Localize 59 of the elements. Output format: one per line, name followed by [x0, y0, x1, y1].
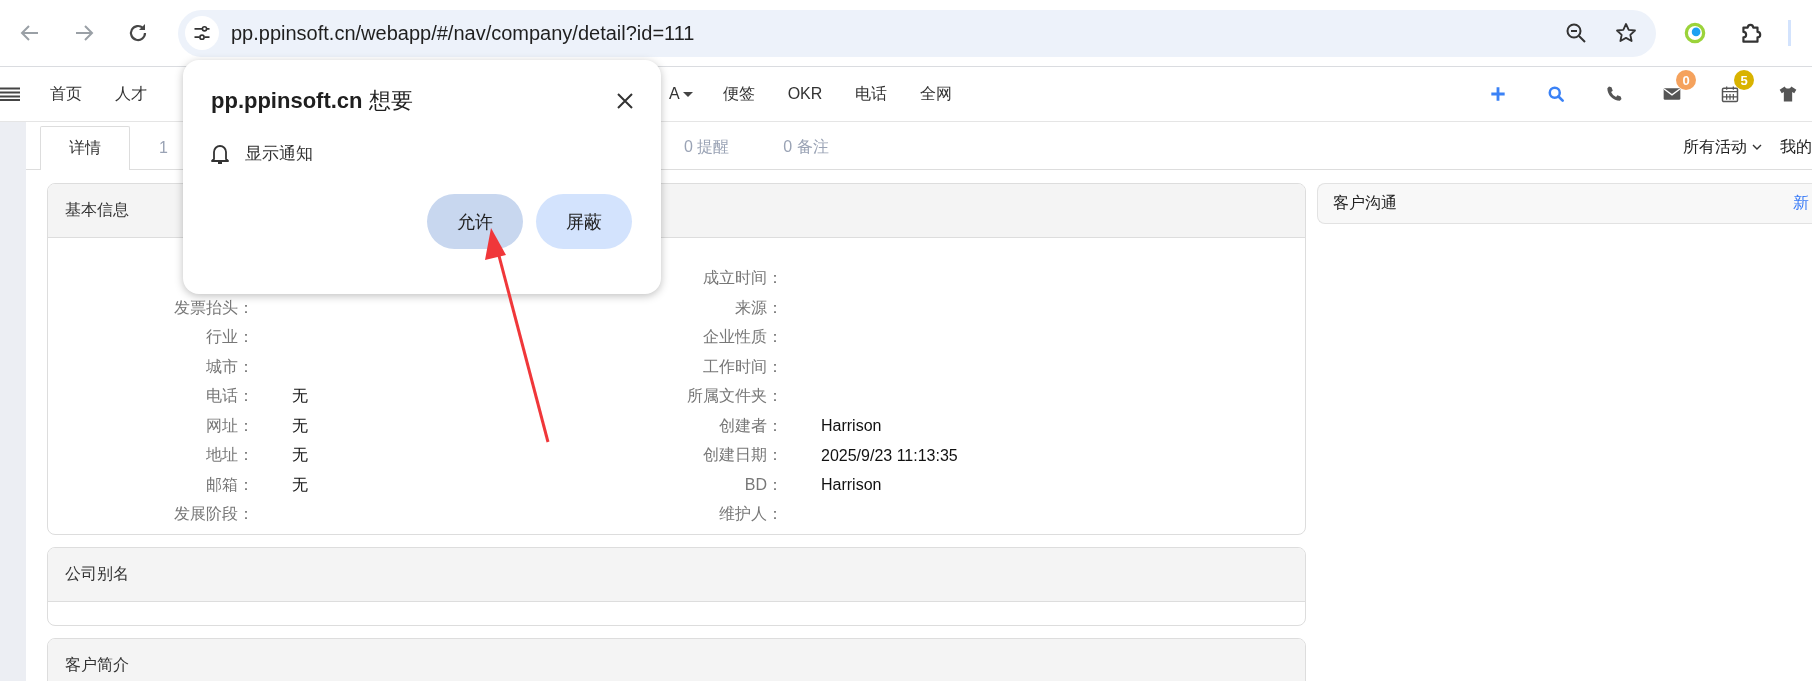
field-value: 无	[291, 386, 309, 407]
field-label: 创建日期：	[702, 445, 783, 466]
field-label: 地址：	[205, 445, 254, 466]
field-label: 来源：	[734, 297, 783, 318]
add-icon[interactable]	[1488, 84, 1508, 104]
field-label: 城市：	[205, 356, 254, 377]
zoom-out-icon[interactable]	[1564, 21, 1588, 45]
card-title: 客户简介	[65, 654, 129, 675]
field-label: 创建者：	[718, 415, 783, 436]
panel-title: 客户沟通	[1333, 193, 1397, 213]
bell-icon	[211, 142, 229, 165]
menu-icon[interactable]	[0, 87, 20, 101]
star-icon[interactable]	[1614, 21, 1638, 45]
field-label: 电话：	[205, 386, 254, 407]
search-icon[interactable]	[1546, 84, 1566, 104]
field-label: 工作时间：	[702, 356, 783, 377]
calendar-icon[interactable]	[1720, 84, 1740, 104]
shirt-icon[interactable]	[1778, 84, 1798, 104]
permission-text: 显示通知	[245, 143, 313, 165]
site-settings-icon[interactable]	[185, 16, 219, 50]
address-bar[interactable]: pp.ppinsoft.cn/webapp/#/nav/company/detail?id=111	[178, 9, 1656, 57]
field-label: 成立时间：	[702, 268, 783, 289]
activity-filter-dropdown[interactable]: 所有活动	[1683, 136, 1762, 158]
field-value: 无	[291, 474, 309, 495]
field-label: BD：	[743, 474, 783, 495]
field-label: 网址：	[205, 415, 254, 436]
block-button[interactable]: 屏蔽	[536, 194, 632, 249]
tab[interactable]: 详情	[40, 126, 130, 170]
field-label: 邮箱：	[205, 474, 254, 495]
field-value: Harrison	[820, 417, 883, 436]
notification-badge: 0	[1676, 70, 1696, 90]
extension-icon[interactable]	[1682, 20, 1708, 46]
nav-item[interactable]: OKR	[787, 85, 823, 103]
field-label: 行业：	[205, 327, 254, 348]
field-label: 所属文件夹：	[686, 386, 783, 407]
chevron-down-icon	[1752, 143, 1762, 151]
field-value: 无	[291, 445, 309, 466]
close-icon[interactable]	[617, 93, 633, 109]
card-title: 公司别名	[65, 563, 129, 584]
field-label: 企业性质：	[702, 327, 783, 348]
new-link[interactable]: 新	[1793, 193, 1809, 214]
field-label: 维护人：	[718, 504, 783, 525]
nav-item[interactable]: A	[669, 85, 693, 103]
nav-item[interactable]: 全网	[920, 83, 953, 105]
nav-item[interactable]: 首页	[50, 83, 82, 105]
nav-item[interactable]: 电话	[855, 83, 888, 105]
field-label: 发票抬头：	[173, 297, 254, 318]
popup-title: pp.ppinsoft.cn 想要	[211, 87, 413, 115]
phone-icon[interactable]	[1604, 84, 1624, 104]
field-label: 发展阶段：	[173, 504, 254, 525]
allow-button[interactable]: 允许	[427, 194, 523, 249]
notification-badge: 5	[1734, 70, 1754, 90]
nav-item[interactable]: 便签	[722, 83, 755, 105]
field-value: Harrison	[820, 476, 883, 495]
nav-item[interactable]: 人才	[115, 83, 147, 105]
activity-tab[interactable]: 我的	[1780, 136, 1812, 158]
field-value: 无	[291, 415, 309, 436]
card-title: 基本信息	[65, 200, 129, 220]
field-value: 2025/9/23 11:13:35	[820, 446, 959, 465]
